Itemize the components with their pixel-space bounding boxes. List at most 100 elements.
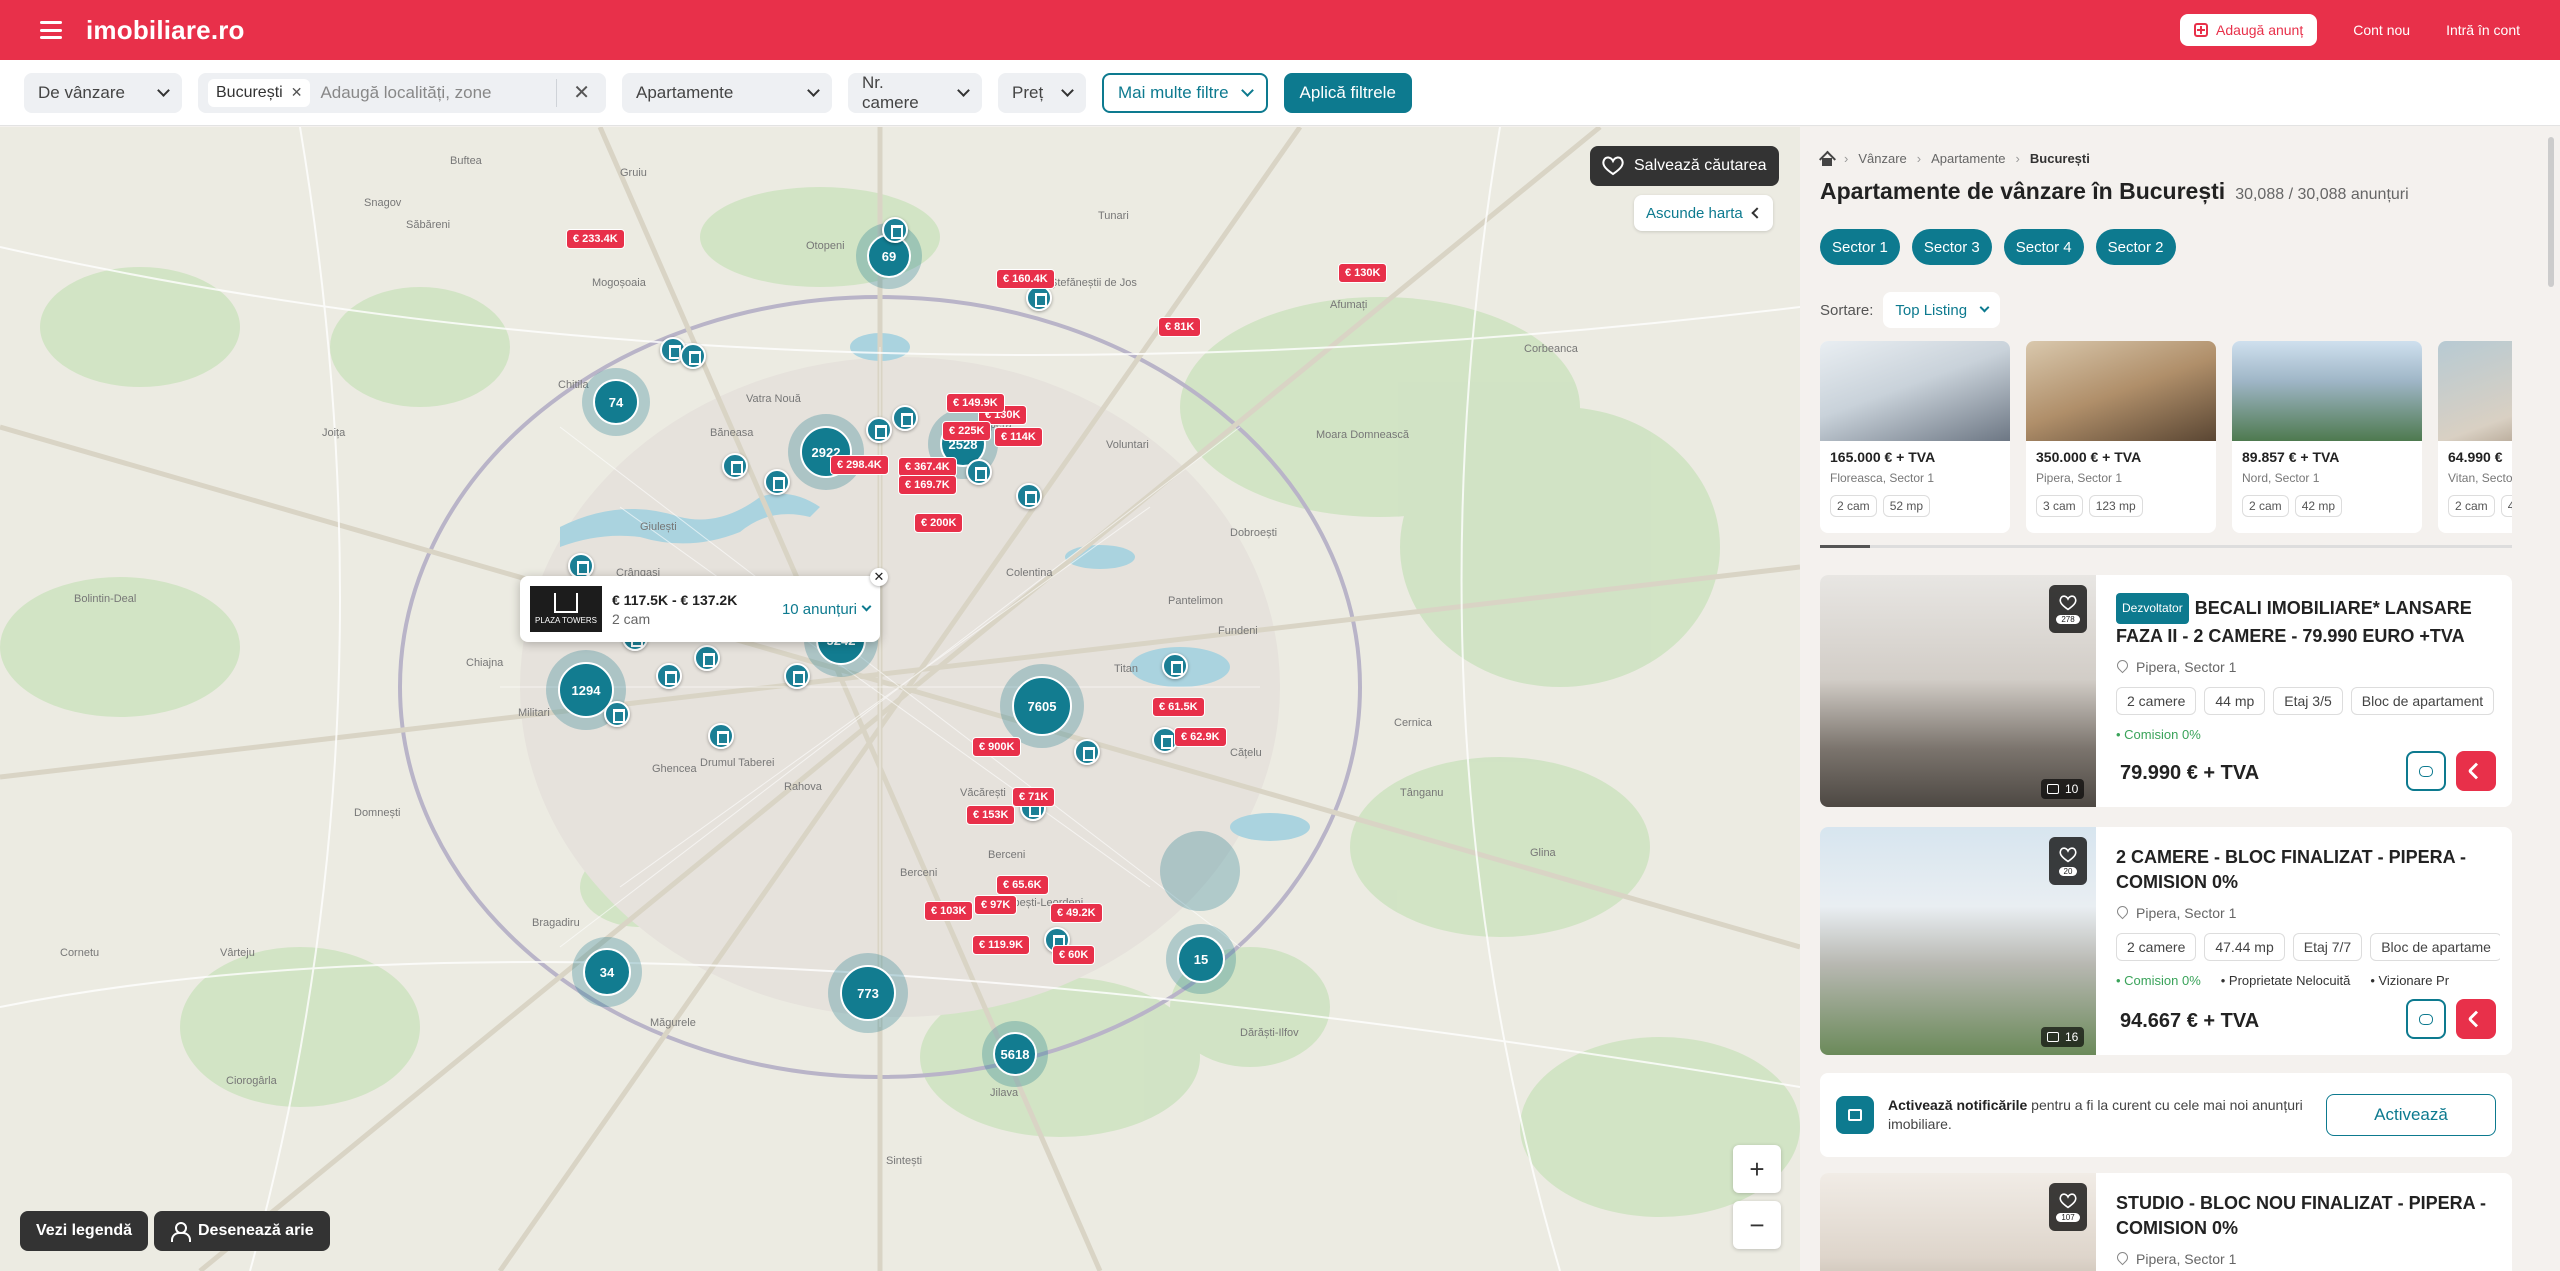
- draw-area-button[interactable]: Desenează arie: [154, 1211, 330, 1251]
- top-listing-card[interactable]: 89.857 € + TVA Nord, Sector 1 2 cam 42 m…: [2232, 341, 2422, 533]
- top-listing-card[interactable]: 64.990 € Vitan, Sector 2 cam 4: [2438, 341, 2512, 533]
- scrollbar[interactable]: [2548, 137, 2554, 287]
- message-button[interactable]: [2406, 999, 2446, 1039]
- sector-chip[interactable]: Sector 4: [2003, 229, 2084, 265]
- zoom-in-button[interactable]: +: [1733, 1145, 1781, 1193]
- menu-icon[interactable]: [40, 21, 62, 39]
- map-cluster[interactable]: 7605: [1000, 664, 1084, 748]
- sector-chip[interactable]: Sector 3: [1911, 229, 1992, 265]
- phone-button[interactable]: [2456, 999, 2496, 1039]
- price-tag[interactable]: € 298.4K: [830, 455, 889, 475]
- price-tag[interactable]: € 71K: [1012, 787, 1056, 807]
- price-tag[interactable]: € 65.6K: [996, 875, 1049, 895]
- new-account-link[interactable]: Cont nou: [2353, 22, 2410, 38]
- hide-map-button[interactable]: Ascunde harta: [1634, 195, 1773, 231]
- price-select[interactable]: Preț: [998, 72, 1086, 113]
- map-cluster[interactable]: 74: [582, 368, 650, 436]
- price-tag[interactable]: € 81K: [1158, 317, 1202, 337]
- map-cluster[interactable]: 34: [572, 937, 642, 1007]
- map-cluster[interactable]: 773: [828, 953, 908, 1033]
- price-tag[interactable]: € 103K: [924, 901, 974, 921]
- listing-pin[interactable]: [656, 663, 682, 689]
- home-icon[interactable]: [1820, 152, 1834, 166]
- listing-pin[interactable]: [680, 343, 706, 369]
- listing-pin[interactable]: [708, 723, 734, 749]
- price-tag[interactable]: € 149.9K: [946, 393, 1005, 413]
- map-cluster[interactable]: 15: [1166, 924, 1236, 994]
- message-button[interactable]: [2406, 751, 2446, 791]
- price-tag[interactable]: € 119.9K: [972, 935, 1031, 955]
- price-tag[interactable]: € 62.9K: [1174, 727, 1227, 747]
- favorite-button[interactable]: 20: [2049, 837, 2087, 885]
- clear-location-icon[interactable]: ✕: [567, 80, 596, 105]
- price-tag[interactable]: € 225K: [942, 421, 992, 441]
- property-type-select[interactable]: Apartamente: [622, 72, 832, 113]
- map-cluster[interactable]: [1160, 831, 1240, 911]
- price-tag[interactable]: € 114K: [994, 427, 1043, 447]
- carousel-thumb[interactable]: [1820, 545, 1870, 548]
- listing-pin[interactable]: [604, 701, 630, 727]
- listing-title[interactable]: 2 CAMERE - BLOC FINALIZAT - PIPERA - COM…: [2116, 845, 2500, 895]
- price-tag[interactable]: € 200K: [914, 513, 964, 533]
- listing-pin[interactable]: [882, 217, 908, 243]
- price-tag[interactable]: € 233.4K: [566, 229, 625, 249]
- price-tag[interactable]: € 367.4K: [898, 457, 957, 477]
- price-tag[interactable]: € 61.5K: [1152, 697, 1205, 717]
- sector-chip[interactable]: Sector 2: [2095, 229, 2176, 265]
- activate-notifications-button[interactable]: Activează: [2326, 1094, 2496, 1136]
- close-icon[interactable]: ✕: [870, 568, 888, 586]
- zoom-out-button[interactable]: −: [1733, 1201, 1781, 1249]
- price-tag[interactable]: € 60K: [1052, 945, 1096, 965]
- save-search-button[interactable]: Salvează căutarea: [1590, 146, 1779, 186]
- popup-count-button[interactable]: 10 anunțuri: [782, 601, 872, 618]
- listing-pin[interactable]: [1074, 739, 1100, 765]
- breadcrumb-item[interactable]: Vânzare: [1858, 151, 1906, 166]
- price-tag[interactable]: € 153K: [966, 805, 1016, 825]
- price-tag[interactable]: € 49.2K: [1050, 903, 1103, 923]
- listing-pin[interactable]: [1016, 483, 1042, 509]
- login-link[interactable]: Intră în cont: [2446, 22, 2520, 38]
- price-tag[interactable]: € 97K: [974, 895, 1018, 915]
- location-input[interactable]: Adaugă localități, zone: [320, 83, 546, 103]
- legend-button[interactable]: Vezi legendă: [20, 1211, 149, 1251]
- price-tag[interactable]: € 160.4K: [996, 269, 1055, 289]
- listing-pin[interactable]: [1162, 653, 1188, 679]
- listing-pin[interactable]: [866, 417, 892, 443]
- listing-pin[interactable]: [892, 405, 918, 431]
- price-tag[interactable]: € 169.7K: [898, 475, 957, 495]
- location-field[interactable]: București ✕ Adaugă localități, zone ✕: [198, 72, 606, 113]
- listing-pin[interactable]: [722, 453, 748, 479]
- favorite-button[interactable]: 107: [2049, 1183, 2087, 1231]
- favorite-button[interactable]: 278: [2049, 585, 2087, 633]
- cluster-popup[interactable]: PLAZA TOWERS € 117.5K - € 137.2K 2 cam 1…: [520, 568, 888, 642]
- remove-chip-icon[interactable]: ✕: [291, 84, 303, 101]
- listing-pin[interactable]: [784, 663, 810, 689]
- listing-pin[interactable]: [694, 645, 720, 671]
- transaction-select[interactable]: De vânzare: [24, 72, 182, 113]
- price-tag[interactable]: € 900K: [972, 737, 1022, 757]
- listing-card[interactable]: 278 10 Dezvoltator BECALI IMOBILIARE* LAN…: [1820, 575, 2512, 807]
- listing-pin[interactable]: [966, 459, 992, 485]
- logo[interactable]: imobiliare.ro: [86, 15, 245, 46]
- top-listings-carousel[interactable]: 165.000 € + TVA Floreasca, Sector 1 2 ca…: [1820, 341, 2512, 535]
- location-chip[interactable]: București ✕: [208, 78, 311, 107]
- listing-card[interactable]: 107 STUDIO - BLOC NOU FINALIZAT - PIPERA…: [1820, 1173, 2512, 1271]
- add-listing-button[interactable]: Adaugă anunț: [2180, 14, 2318, 46]
- listing-card[interactable]: 20 16 2 CAMERE - BLOC FINALIZAT - PIPERA…: [1820, 827, 2512, 1055]
- apply-filters-button[interactable]: Aplică filtrele: [1283, 72, 1412, 113]
- listing-title[interactable]: Dezvoltator BECALI IMOBILIARE* LANSARE FA…: [2116, 593, 2500, 649]
- phone-button[interactable]: [2456, 751, 2496, 791]
- more-filters-button[interactable]: Mai multe filtre: [1102, 72, 1268, 113]
- map-cluster[interactable]: 2922: [788, 414, 864, 490]
- sector-chip[interactable]: Sector 1: [1820, 229, 1900, 265]
- listing-title[interactable]: STUDIO - BLOC NOU FINALIZAT - PIPERA - C…: [2116, 1191, 2500, 1241]
- map-cluster[interactable]: 5618: [982, 1021, 1048, 1087]
- carousel-scrollbar[interactable]: [1820, 545, 2512, 548]
- breadcrumb-item[interactable]: Apartamente: [1931, 151, 2005, 166]
- map[interactable]: Buftea Otopeni Tunari Ștefăneștii de Jos…: [0, 127, 1800, 1271]
- top-listing-card[interactable]: 350.000 € + TVA Pipera, Sector 1 3 cam 1…: [2026, 341, 2216, 533]
- rooms-select[interactable]: Nr. camere: [848, 72, 982, 113]
- price-tag[interactable]: € 130K: [1338, 263, 1388, 283]
- sort-select[interactable]: Top Listing: [1883, 292, 2001, 328]
- results-panel[interactable]: › Vânzare › Apartamente › București Apar…: [1800, 127, 2560, 1271]
